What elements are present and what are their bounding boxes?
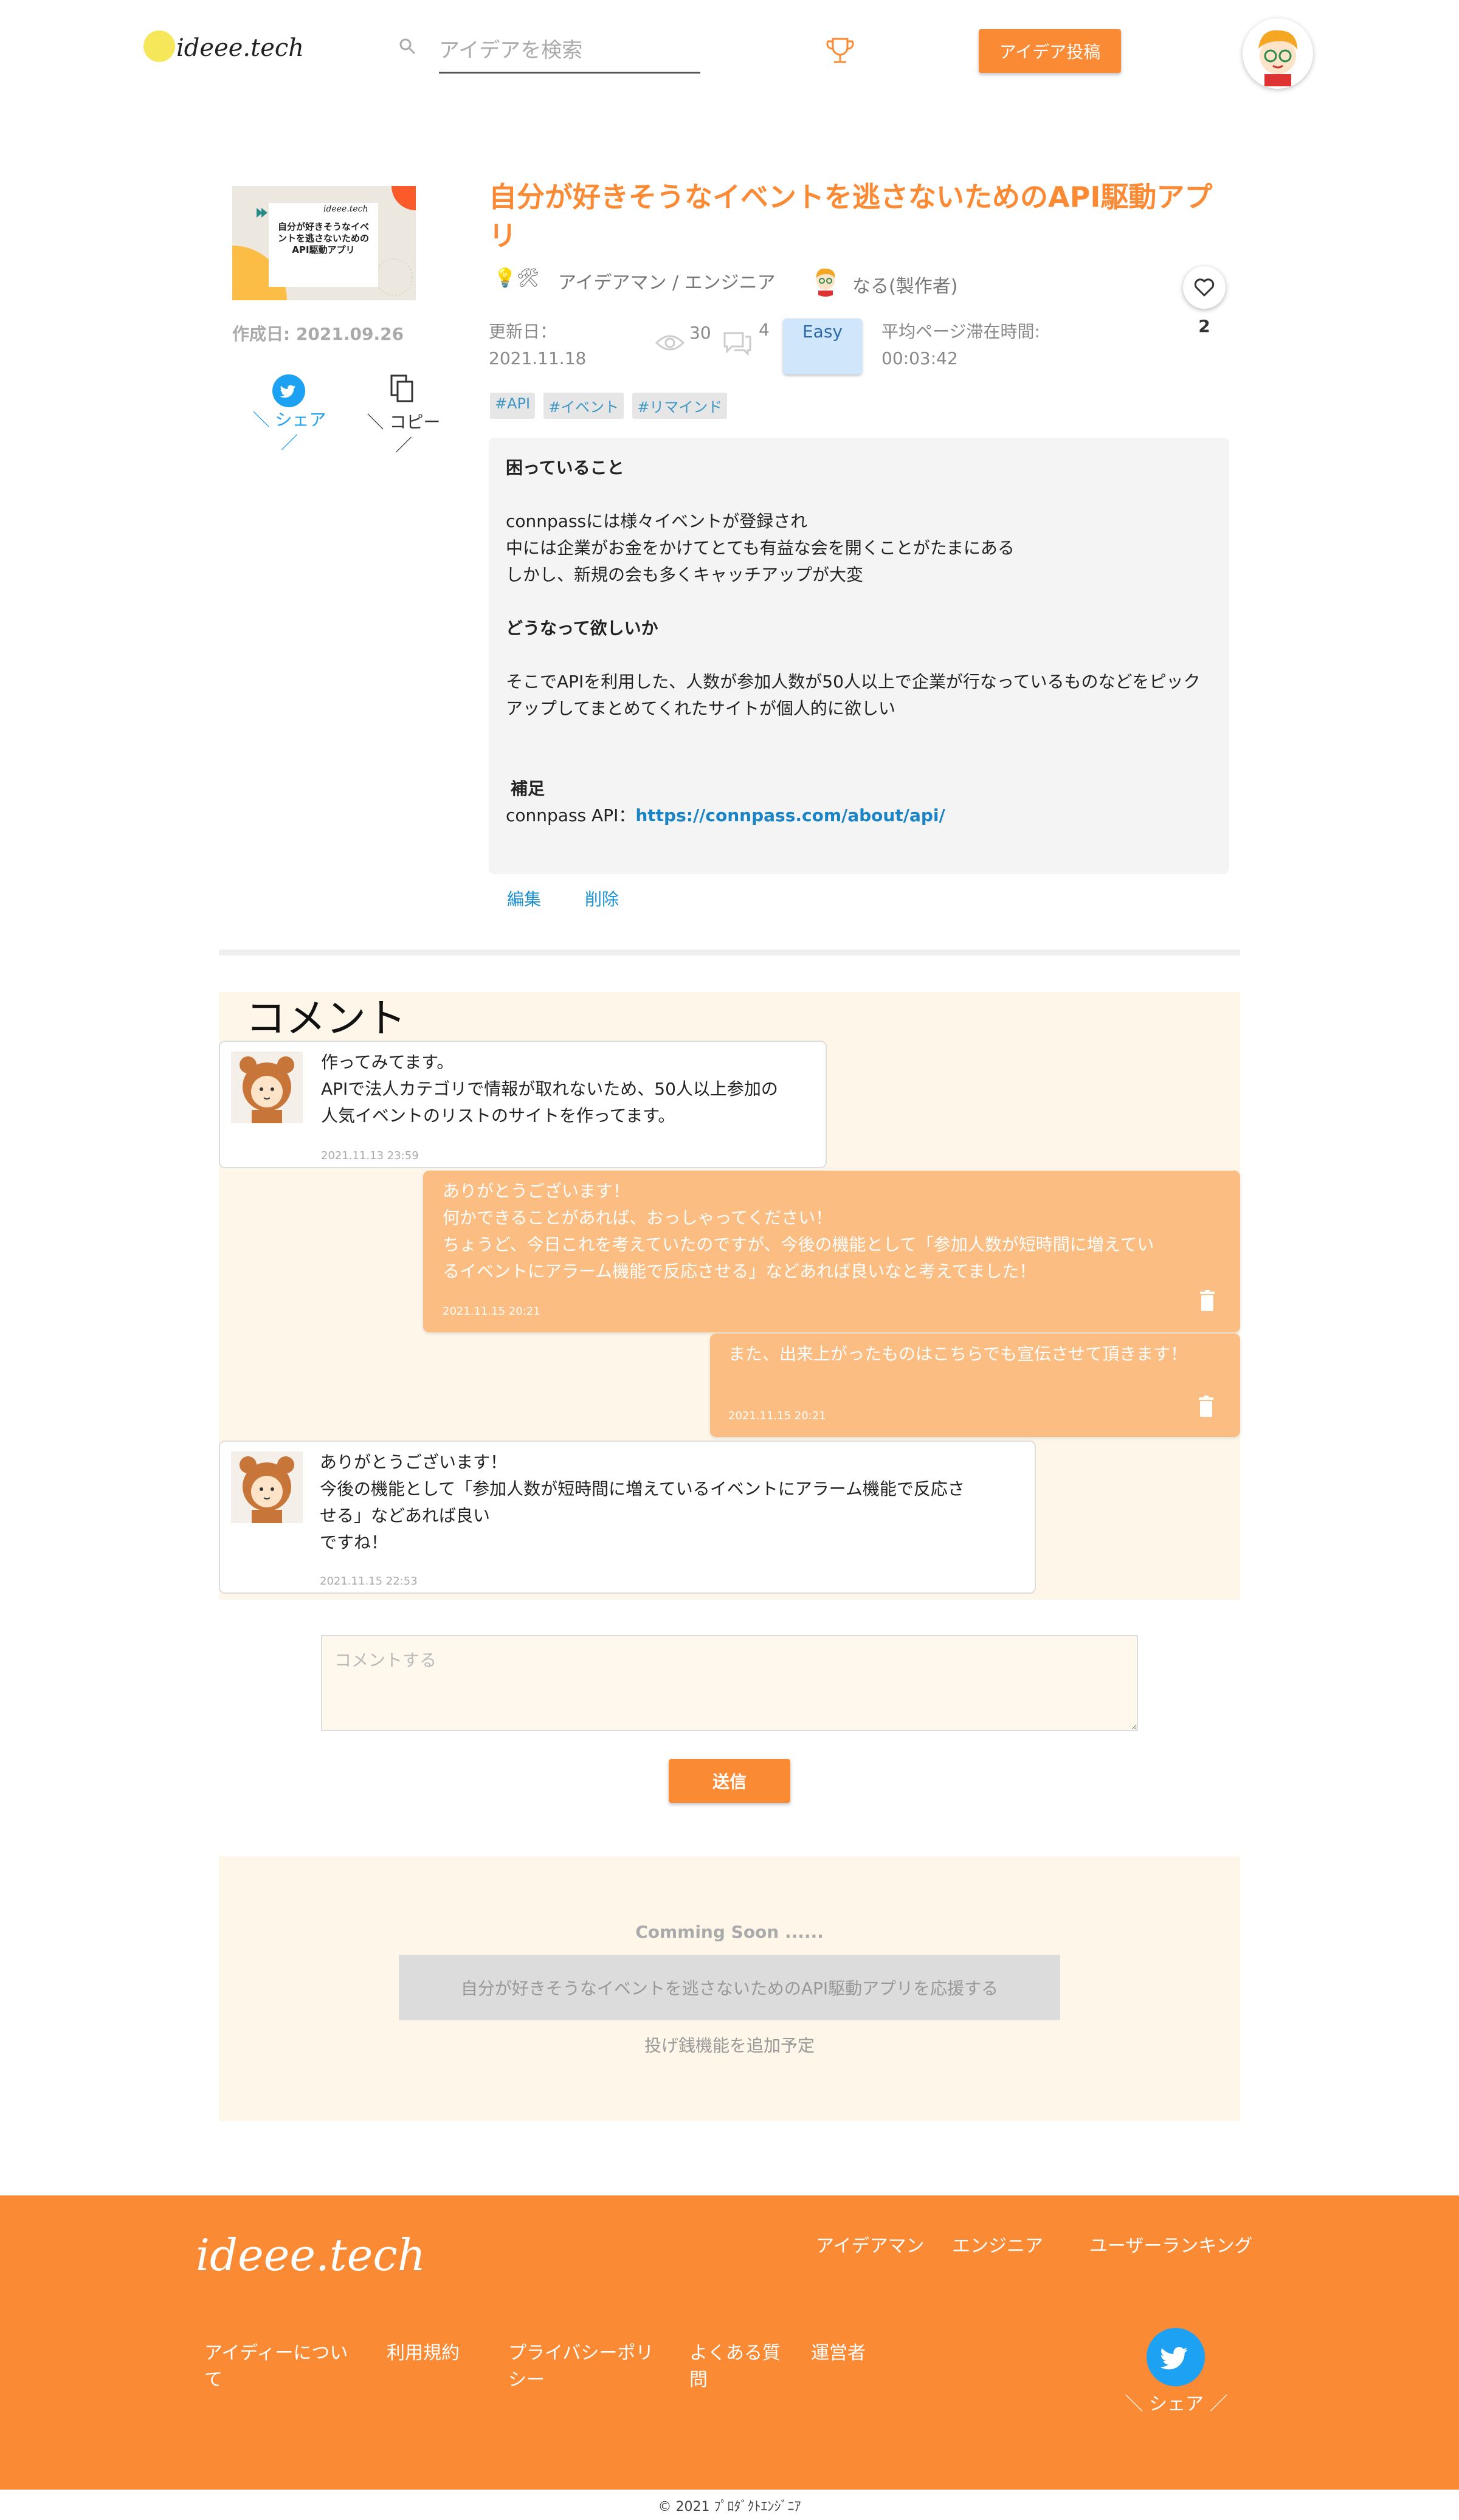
support-button[interactable]: 自分が好きそうなイベントを逃さないためのAPI駆動アプリを応援する	[399, 1955, 1060, 2020]
like-button[interactable]	[1183, 266, 1226, 309]
view-count: 30	[689, 323, 711, 343]
comment-item: 作ってみてます。 APIで法人カテゴリで情報が取れないため、50人以上参加の 人…	[219, 1041, 827, 1168]
comment-text: 人気イベントのリストのサイトを作ってます。	[321, 1106, 675, 1126]
comment-text: ですね！	[320, 1532, 388, 1552]
idea-title: 自分が好きそうなイベントを逃さないためのAPI駆動アプリ	[489, 181, 1213, 252]
comment-item: ありがとうございます！ 今後の機能として「参加人数が短時間に増えているイベントに…	[219, 1441, 1036, 1594]
eye-icon	[655, 335, 685, 351]
heart-icon	[1194, 278, 1215, 297]
desc-text: connpass API：	[506, 805, 636, 825]
idea-thumbnail: ideee.tech 自分が好きそうなイベントを逃さないためのAPI駆動アプリ	[232, 186, 416, 300]
footer-link-terms[interactable]: 利用規約	[387, 2340, 484, 2367]
user-avatar[interactable]	[1243, 18, 1313, 89]
send-button[interactable]: 送信	[669, 1759, 790, 1803]
tag[interactable]: #API	[490, 393, 536, 419]
comment-text: ありがとうございます！	[443, 1181, 630, 1201]
commenter-avatar[interactable]	[231, 1052, 303, 1123]
logo-icon[interactable]	[143, 30, 175, 62]
comment-item: ありがとうございます！ 何かできることがあれば、おっしゃってください！ ちょうど…	[423, 1171, 1240, 1332]
desc-text: しかし、新規の会も多くキャッチアップが大変	[506, 565, 864, 585]
footer-share-button[interactable]: ＼ シェア ／	[1119, 2389, 1234, 2415]
comment-text: せる」などあれば良い	[320, 1506, 491, 1526]
divider	[219, 949, 1240, 955]
trash-icon[interactable]	[1198, 1396, 1215, 1417]
avg-time: 平均ページ滞在時間: 00:03:42	[881, 322, 1040, 368]
tag-list: #API #イベント #リマインド	[490, 393, 728, 419]
category-icons: 💡🛠	[494, 267, 540, 289]
trash-icon[interactable]	[1199, 1290, 1216, 1312]
delete-link[interactable]: 削除	[585, 886, 619, 911]
comment-input[interactable]	[321, 1635, 1138, 1731]
tag[interactable]: #リマインド	[632, 393, 728, 419]
footer-link-privacy[interactable]: プライバシーポリシー	[508, 2340, 660, 2394]
search-icon	[399, 38, 416, 55]
comment-text: るイベントにアラーム機能で反応させる」などあれば良いなと考えてました！	[443, 1261, 1036, 1281]
comment-text: 今後の機能として「参加人数が短時間に増えているイベントにアラーム機能で反応さ	[320, 1479, 965, 1499]
comments-title: コメント	[246, 995, 406, 1042]
desc-heading: 補足	[511, 779, 545, 799]
footer-nav-ideaman[interactable]: アイデアマン	[816, 2231, 925, 2257]
idea-description: 困っていること connpassには様々イベントが登録され 中には企業がお金をか…	[489, 438, 1229, 874]
comment-icon	[723, 332, 751, 356]
tag[interactable]: #イベント	[543, 393, 624, 419]
thumbnail-title: 自分が好きそうなイベントを逃さないためのAPI駆動アプリ	[277, 221, 369, 255]
comment-text: ありがとうございます！	[320, 1452, 508, 1472]
support-note: 投げ銭機能を追加予定	[644, 2036, 815, 2056]
commenter-avatar[interactable]	[231, 1451, 303, 1523]
comment-text: APIで法人カテゴリで情報が取れないため、50人以上参加の	[321, 1079, 778, 1099]
search-input[interactable]	[439, 29, 700, 74]
share-button[interactable]: ＼ シェア ／	[252, 408, 327, 455]
desc-text: そこでAPIを利用した、人数が参加人数が50人以上で企業が行なっているものなどを…	[506, 672, 1201, 718]
footer-twitter-icon[interactable]	[1147, 2328, 1205, 2386]
author-avatar[interactable]	[809, 263, 843, 297]
comment-item: また、出来上がったものはこちらでも宣伝させて頂きます！ 2021.11.15 2…	[710, 1334, 1240, 1437]
comment-text: ちょうど、今日これを考えていたのですが、今後の機能として「参加人数が短時間に増え…	[443, 1234, 1154, 1255]
created-date: 作成日: 2021.09.26	[232, 324, 404, 344]
comment-date: 2021.11.13 23:59	[321, 1149, 419, 1162]
idea-category: アイデアマン / エンジニア	[558, 272, 776, 294]
trophy-icon[interactable]	[823, 34, 857, 68]
comment-text: 作ってみてます。	[321, 1052, 454, 1072]
desc-text: 中には企業がお金をかけてとても有益な会を開くことがたまにある	[506, 538, 1015, 558]
thumbnail-logo: ideee.tech	[323, 204, 368, 214]
footer-nav-ranking[interactable]: ユーザーランキング	[1089, 2231, 1253, 2257]
desc-heading: どうなって欲しいか	[506, 618, 658, 638]
connpass-api-link[interactable]: https://connpass.com/about/api/	[635, 805, 945, 825]
edit-link[interactable]: 編集	[507, 886, 541, 911]
copy-button[interactable]: ＼ コピー ／	[365, 411, 443, 457]
comment-date: 2021.11.15 22:53	[320, 1575, 418, 1588]
comment-text: また、出来上がったものはこちらでも宣伝させて頂きます！	[728, 1344, 1188, 1364]
author-name[interactable]: なる(製作者)	[852, 271, 957, 298]
footer-link-faq[interactable]: よくある質問	[689, 2340, 787, 2394]
comment-text: 何かできることがあれば、おっしゃってください！	[443, 1208, 833, 1228]
footer-link-operator[interactable]: 運営者	[811, 2340, 908, 2367]
logo-text[interactable]: ideee.tech	[176, 34, 304, 62]
like-count: 2	[1198, 316, 1210, 336]
footer-nav-engineer[interactable]: エンジニア	[952, 2231, 1043, 2257]
twitter-icon[interactable]	[272, 374, 305, 407]
post-idea-button[interactable]: アイデア投稿	[979, 29, 1121, 73]
footer-link-about[interactable]: アイディーについて	[204, 2340, 356, 2394]
copyright: © 2021 ﾌﾟﾛﾀﾞｸﾄｴﾝｼﾞﾆｱ	[658, 2499, 801, 2515]
updated-date: 更新日：2021.11.18	[489, 322, 587, 368]
footer-logo[interactable]: ideee.tech	[196, 2229, 426, 2281]
difficulty-badge: Easy	[783, 318, 862, 374]
desc-heading: 困っていること	[506, 458, 624, 478]
desc-text: connpassには様々イベントが登録され	[506, 511, 808, 531]
comment-count: 4	[759, 320, 770, 340]
coming-soon-label: Comming Soon ......	[635, 1922, 824, 1942]
comment-date: 2021.11.15 20:21	[443, 1305, 540, 1318]
copy-icon[interactable]	[389, 373, 416, 405]
comment-date: 2021.11.15 20:21	[728, 1410, 826, 1422]
